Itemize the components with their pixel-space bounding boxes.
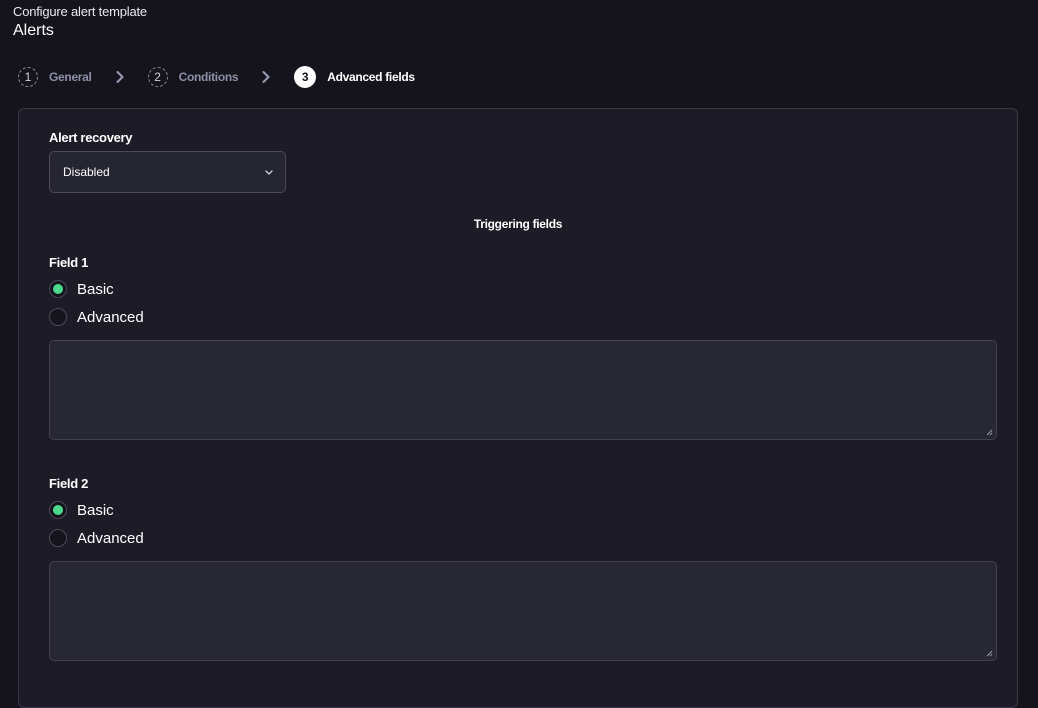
radio-label: Advanced xyxy=(77,529,144,547)
field-1-label: Field 1 xyxy=(49,255,89,270)
triggering-fields-title: Triggering fields xyxy=(473,217,563,231)
advanced-fields-panel: Alert recovery Disabled Triggering field… xyxy=(18,108,1018,708)
chevron-right-icon xyxy=(114,70,126,84)
radio-checked-icon xyxy=(49,501,67,519)
field-2-textarea[interactable] xyxy=(49,561,997,661)
alert-recovery-label: Alert recovery xyxy=(49,130,133,145)
page-subtitle: Configure alert template xyxy=(13,4,147,19)
step-number: 2 xyxy=(147,67,168,87)
step-label: Conditions xyxy=(178,70,239,84)
radio-label: Basic xyxy=(77,501,114,519)
step-number: 3 xyxy=(294,66,317,88)
step-general[interactable]: 1 General xyxy=(18,67,92,87)
alert-recovery-select[interactable]: Disabled xyxy=(49,151,286,193)
resize-grip-icon[interactable] xyxy=(985,428,993,436)
field-2-radio-basic[interactable]: Basic xyxy=(49,501,114,519)
field-2-label: Field 2 xyxy=(49,476,89,491)
step-conditions[interactable]: 2 Conditions xyxy=(147,67,239,87)
field-1-radio-basic[interactable]: Basic xyxy=(49,280,114,298)
page-title: Alerts xyxy=(13,22,54,39)
step-number: 1 xyxy=(18,67,38,87)
step-label: Advanced fields xyxy=(327,70,415,84)
alert-recovery-value: Disabled xyxy=(63,165,110,179)
step-label: General xyxy=(49,70,92,84)
chevron-down-icon xyxy=(265,166,273,180)
chevron-right-icon xyxy=(260,70,272,84)
radio-unchecked-icon xyxy=(49,308,67,326)
page-header: Configure alert template Alerts xyxy=(13,4,147,41)
radio-label: Advanced xyxy=(77,308,144,326)
radio-unchecked-icon xyxy=(49,529,67,547)
step-advanced-fields[interactable]: 3 Advanced fields xyxy=(294,66,415,88)
field-1-radio-advanced[interactable]: Advanced xyxy=(49,308,144,326)
radio-checked-icon xyxy=(49,280,67,298)
field-1-textarea[interactable] xyxy=(49,340,997,440)
field-2-radio-advanced[interactable]: Advanced xyxy=(49,529,144,547)
wizard-stepper: 1 General 2 Conditions 3 Advanced fields xyxy=(18,66,415,88)
radio-label: Basic xyxy=(77,280,114,298)
resize-grip-icon[interactable] xyxy=(985,649,993,657)
